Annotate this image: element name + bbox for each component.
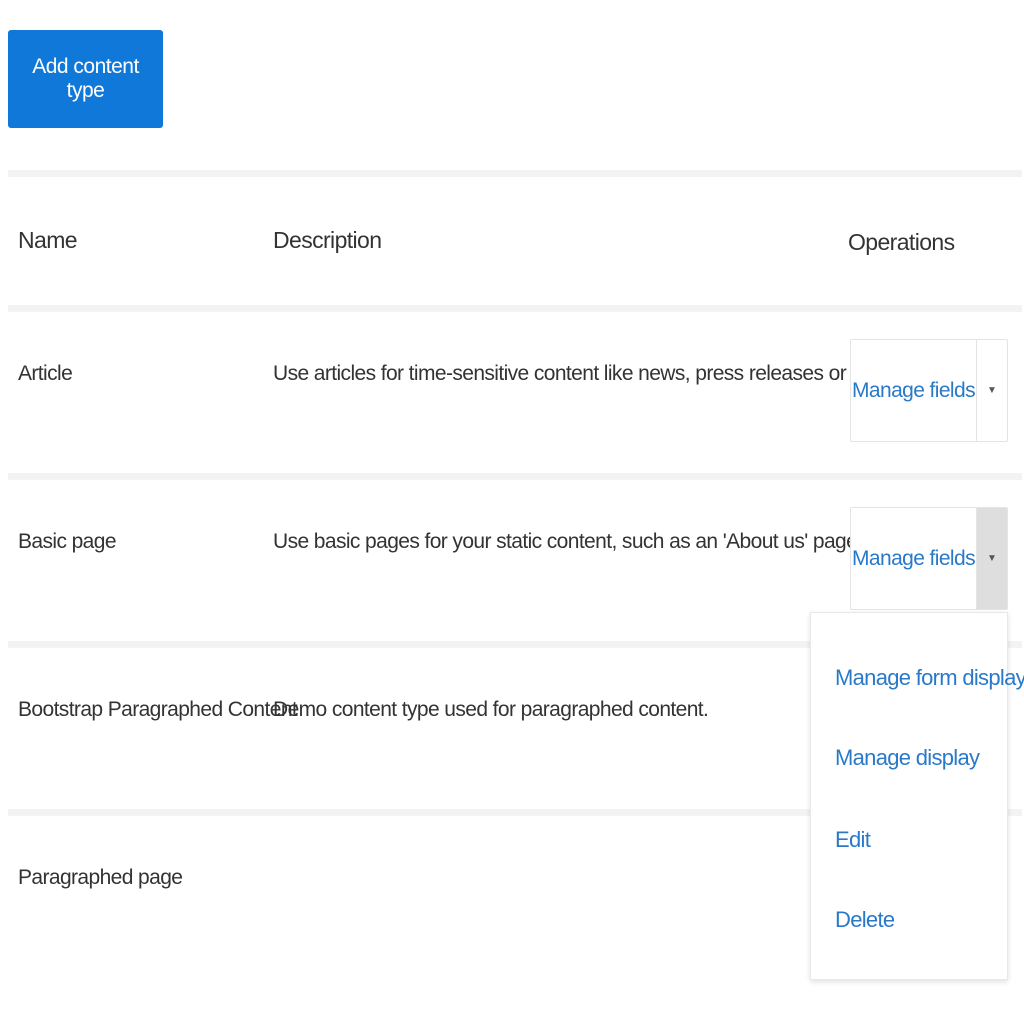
content-type-description: Use articles for time-sensitive content … (273, 362, 947, 385)
manage-form-display-link[interactable]: Manage form display (835, 665, 1024, 691)
column-header-description: Description (273, 227, 382, 253)
content-type-name: Article (18, 362, 73, 385)
content-type-name: Paragraphed page (18, 866, 183, 889)
manage-fields-link[interactable]: Manage fields (851, 508, 976, 609)
row-divider (8, 305, 1022, 312)
content-types-page: Add content type Name Description Operat… (0, 0, 1024, 1024)
operations-dropbutton: Manage fields ▼ (850, 339, 1008, 442)
column-header-name: Name (18, 227, 78, 253)
table-header-row: Name Description Operations (8, 177, 1022, 305)
row-divider (8, 473, 1022, 480)
caret-down-icon[interactable]: ▼ (976, 340, 1007, 441)
content-type-name: Bootstrap Paragraphed Content (18, 698, 298, 721)
table-top-divider (8, 170, 1022, 177)
add-content-type-button[interactable]: Add content type (8, 30, 163, 128)
delete-link[interactable]: Delete (835, 907, 895, 933)
caret-down-icon[interactable]: ▼ (976, 508, 1007, 609)
edit-link[interactable]: Edit (835, 827, 871, 853)
manage-display-link[interactable]: Manage display (835, 745, 980, 771)
manage-fields-link[interactable]: Manage fields (851, 340, 976, 441)
content-type-description: Use basic pages for your static content,… (273, 530, 863, 553)
content-type-name: Basic page (18, 530, 117, 553)
operations-dropbutton: Manage fields ▼ (850, 507, 1008, 610)
table-row: Article Use articles for time-sensitive … (8, 312, 1022, 473)
content-type-description: Demo content type used for paragraphed c… (273, 698, 709, 721)
column-header-operations: Operations (848, 229, 955, 255)
operations-dropdown-menu: Manage form display Manage display Edit … (810, 612, 1024, 980)
